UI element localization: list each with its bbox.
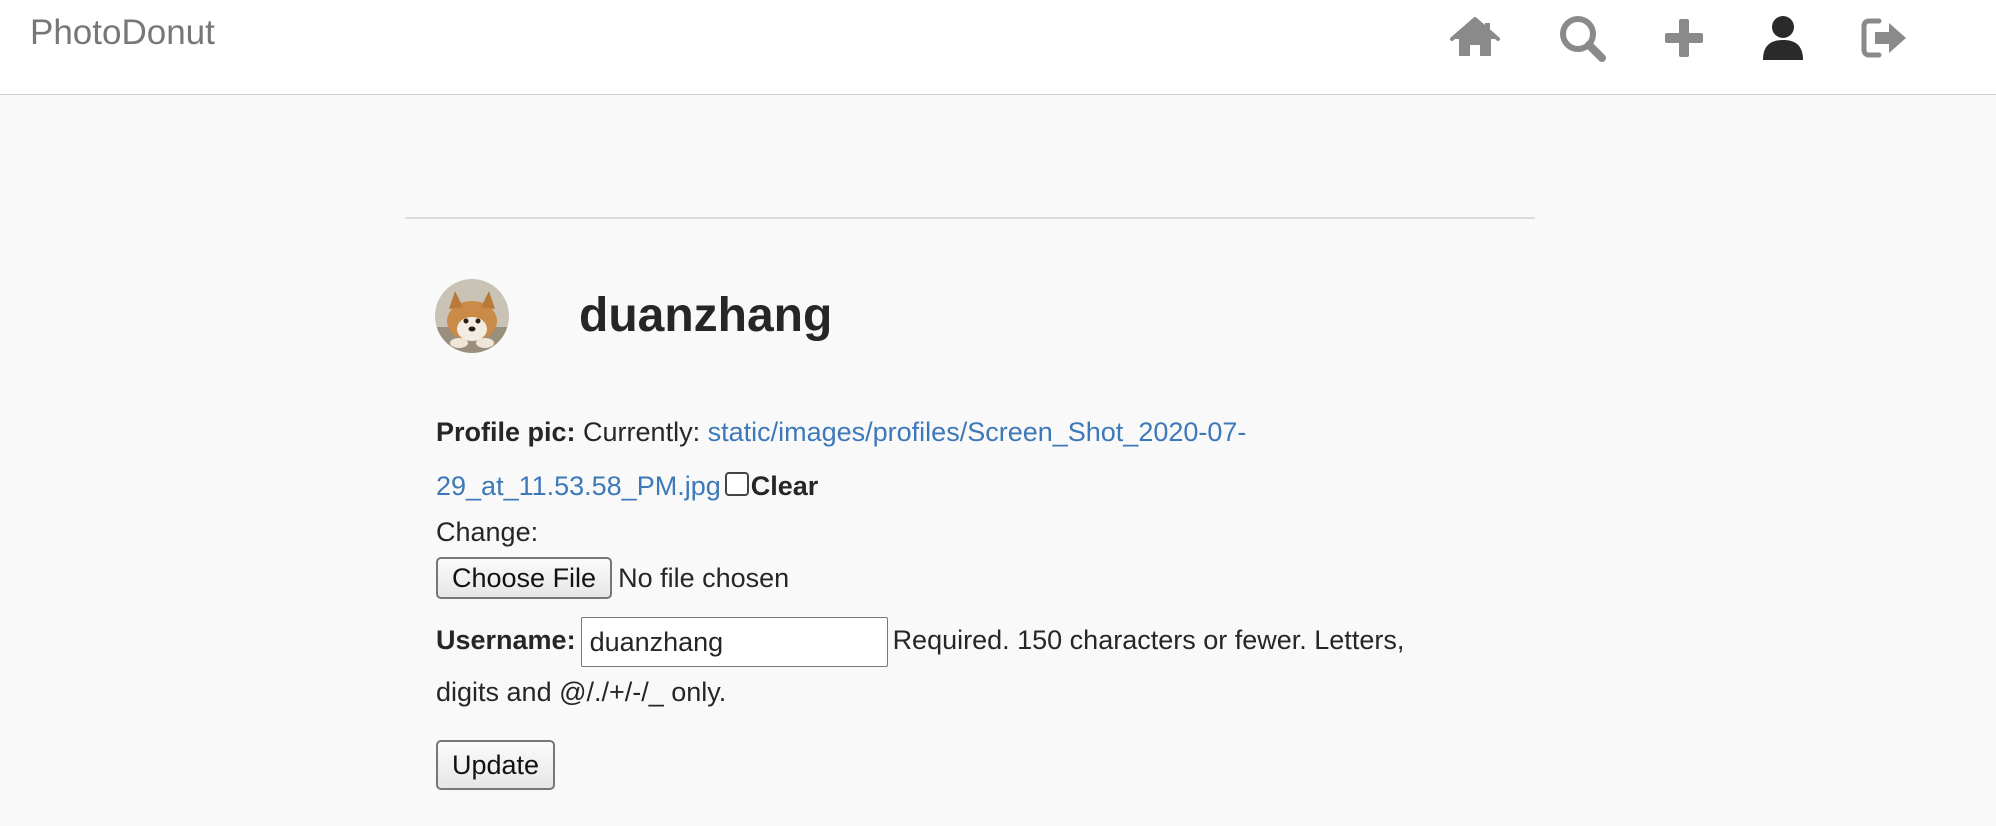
currently-label: Currently:	[583, 417, 701, 447]
update-row: Update	[436, 736, 556, 790]
file-input-row: Choose File No file chosen	[436, 556, 789, 599]
change-label: Change:	[436, 517, 539, 547]
username-label: Username:	[436, 625, 576, 655]
home-icon[interactable]	[1449, 12, 1501, 64]
clear-checkbox[interactable]	[724, 472, 749, 496]
plus-icon[interactable]	[1658, 12, 1710, 64]
section-divider	[405, 217, 1535, 219]
user-icon[interactable]	[1757, 12, 1809, 64]
choose-file-button[interactable]: Choose File	[436, 556, 613, 599]
sign-out-icon[interactable]	[1859, 12, 1911, 64]
username-row: Username: duanzhang Required. 150 characte…	[436, 615, 1466, 717]
profile-pic-label: Profile pic:	[436, 417, 576, 447]
username-input[interactable]: duanzhang	[580, 616, 888, 667]
profile-edit-form: Profile pic: Currently: static/images/pr…	[436, 405, 1466, 790]
brand-logo-link[interactable]: PhotoDonut	[30, 13, 215, 53]
clear-label: Clear	[750, 471, 819, 501]
profile-avatar	[435, 279, 509, 353]
username-help-line2: digits and @/./+/-/_ only.	[436, 676, 727, 707]
search-icon[interactable]	[1556, 12, 1608, 64]
update-button[interactable]: Update	[436, 739, 556, 790]
profile-pic-row: Profile pic: Currently: static/images/pr…	[436, 405, 1466, 513]
top-navbar: PhotoDonut	[0, 0, 1996, 95]
profile-username-heading: duanzhang	[579, 289, 833, 342]
username-help-line1: Required. 150 characters or fewer. Lette…	[892, 625, 1405, 655]
current-file-link-line2: 29_at_11.53.58_PM.jpg	[436, 471, 721, 501]
current-file-link-line1: static/images/profiles/Screen_Shot_2020-…	[707, 417, 1247, 447]
file-status-text: No file chosen	[618, 562, 790, 593]
